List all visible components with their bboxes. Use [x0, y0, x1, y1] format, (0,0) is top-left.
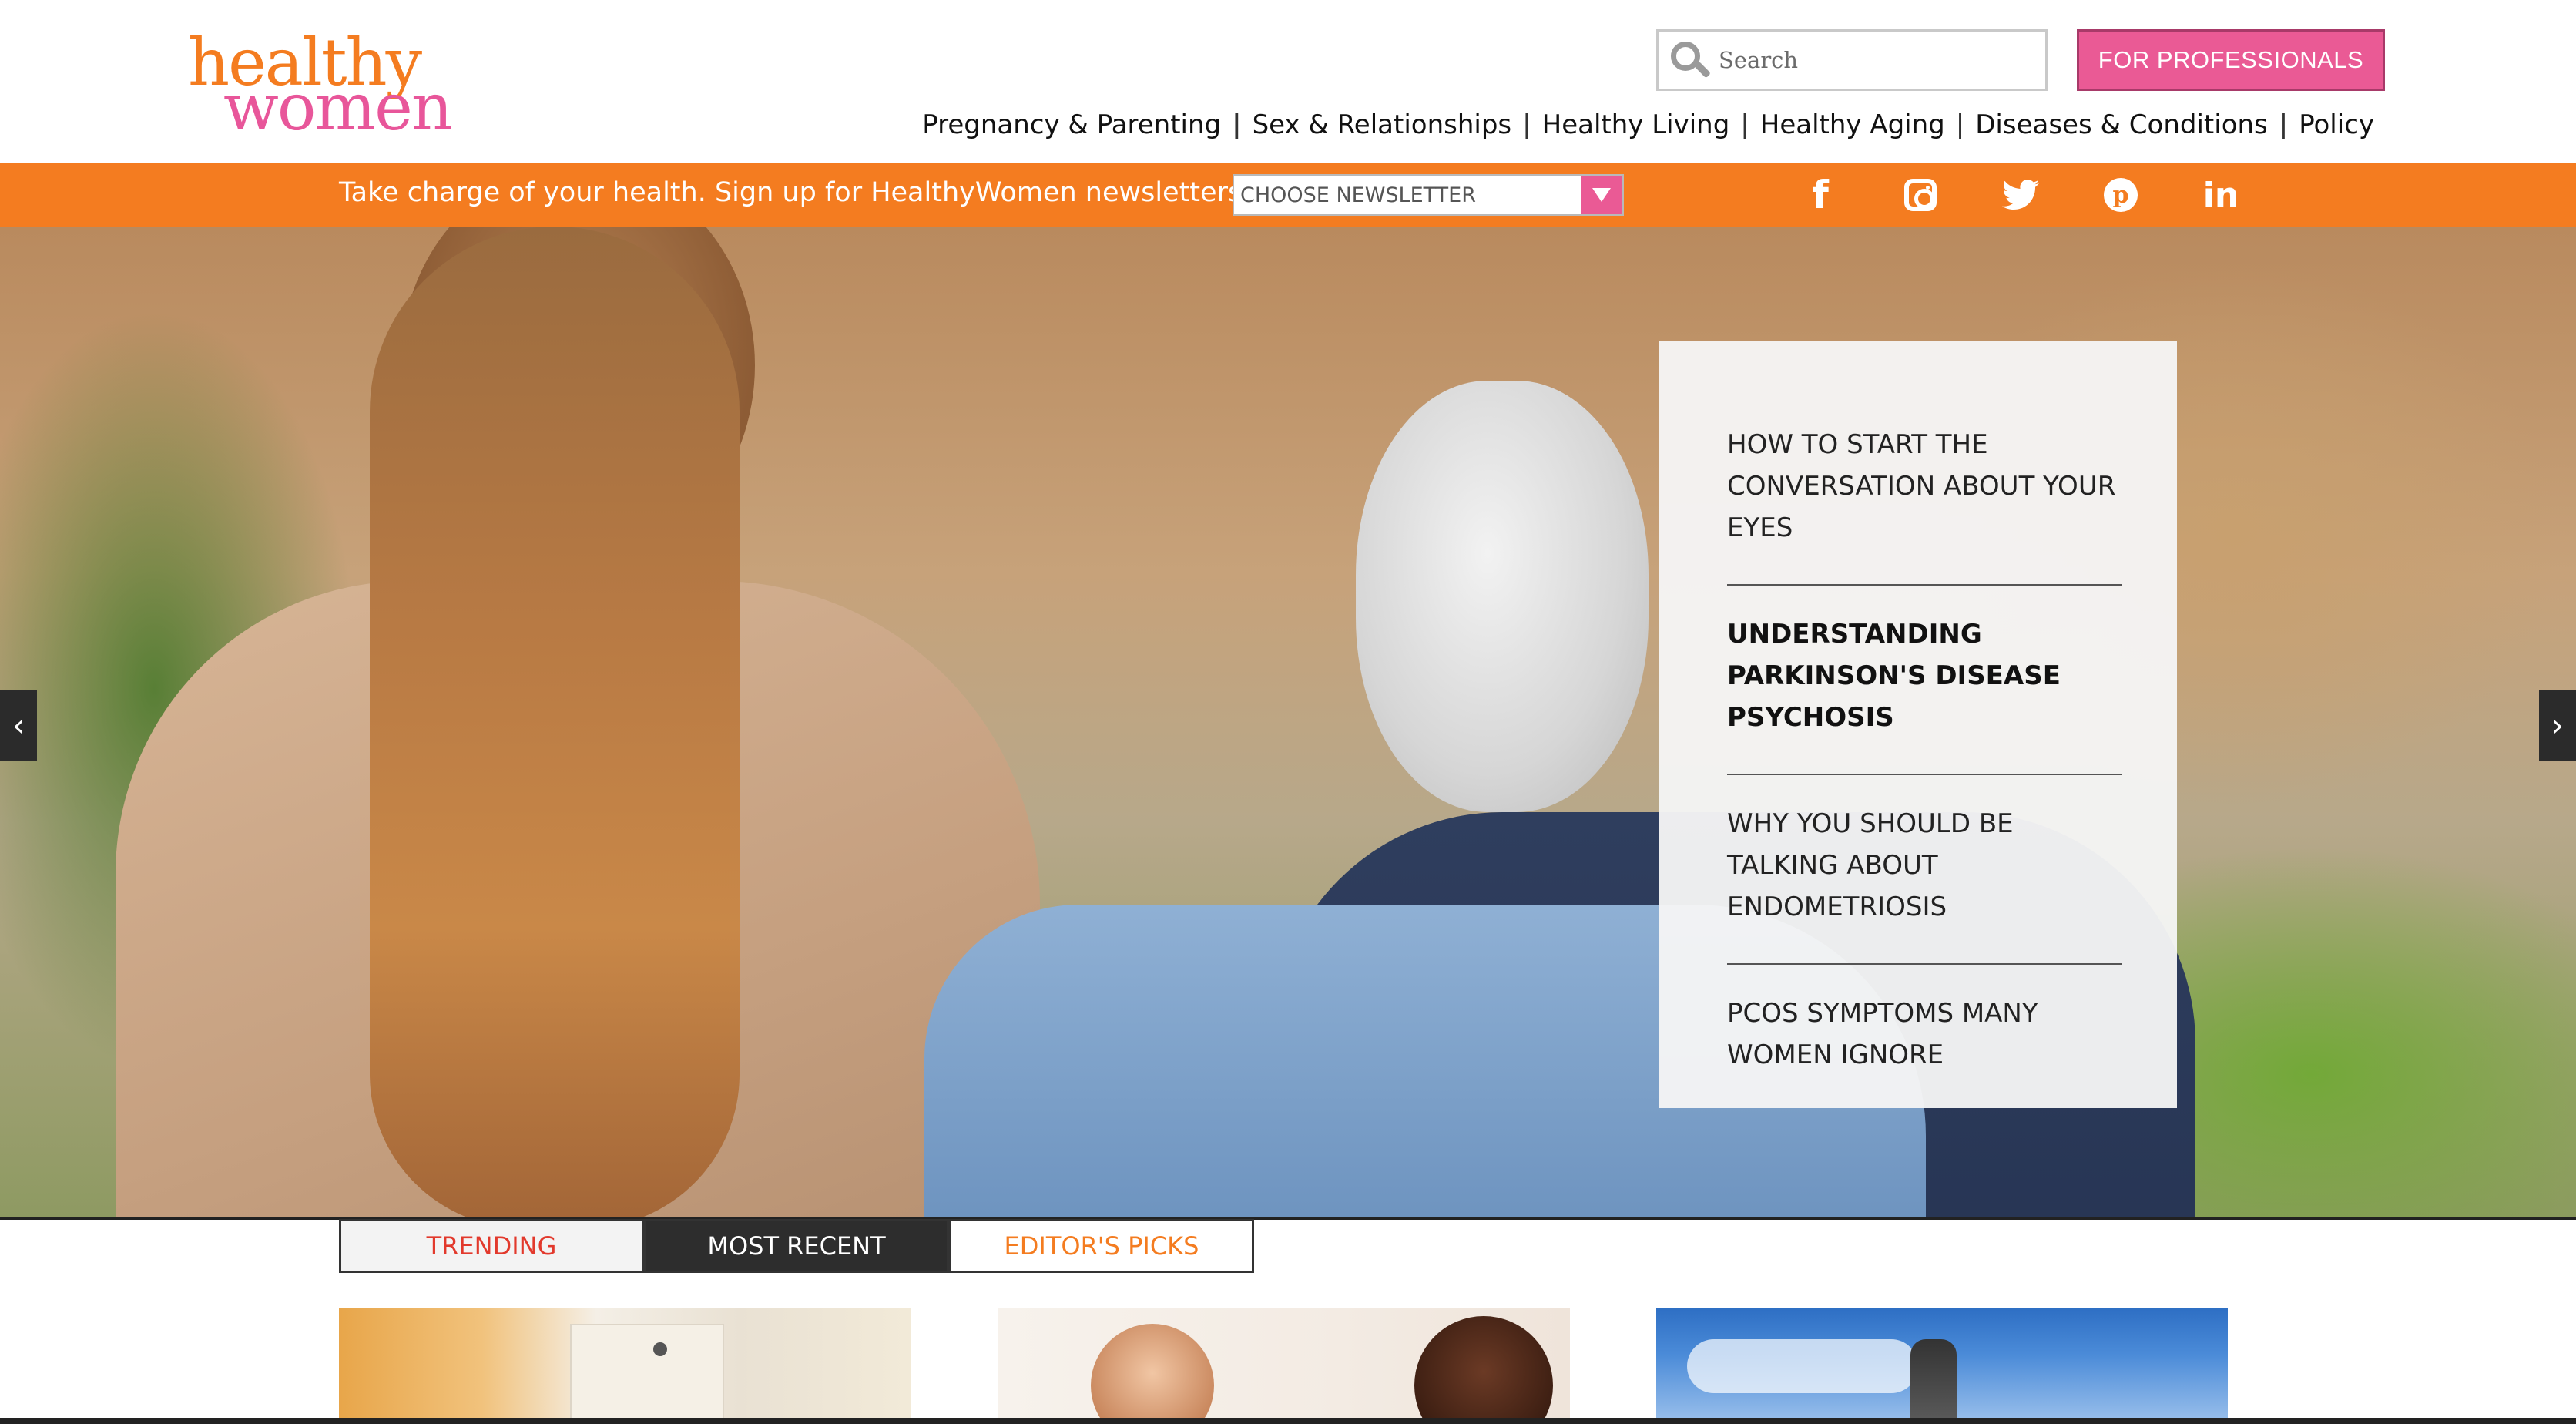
featured-stories-panel: HOW TO START THE CONVERSATION ABOUT YOUR… — [1659, 341, 2177, 1108]
thumbnail-detail — [1414, 1316, 1553, 1424]
thumbnail-detail — [1910, 1339, 1957, 1424]
featured-story[interactable]: PCOS SYMPTOMS MANY WOMEN IGNORE — [1727, 992, 2122, 1111]
search-box[interactable] — [1656, 29, 2048, 91]
facebook-icon[interactable]: f — [1770, 163, 1870, 227]
thumbnail-detail — [1091, 1324, 1214, 1424]
for-professionals-button[interactable]: FOR PROFESSIONALS — [2077, 29, 2385, 91]
healthywomen-logo[interactable]: healthy women — [188, 28, 453, 142]
hero-image-part — [1356, 381, 1649, 812]
nav-separator: | — [1955, 109, 1965, 140]
logo-text-women: women — [223, 69, 453, 145]
content-tabs: TRENDING MOST RECENT EDITOR'S PICKS — [339, 1219, 1254, 1273]
instagram-icon[interactable] — [1870, 163, 1971, 227]
newsletter-prompt: Take charge of your health. Sign up for … — [339, 177, 1251, 208]
nav-sex-relationships[interactable]: Sex & Relationships — [1253, 109, 1512, 140]
page-bottom-edge — [0, 1418, 2576, 1424]
carousel-next-button[interactable]: › — [2539, 690, 2576, 761]
nav-separator: | — [1232, 109, 1242, 140]
article-card-thumbnail[interactable] — [998, 1308, 1570, 1424]
thumbnail-detail — [570, 1324, 724, 1424]
twitter-icon[interactable] — [1971, 163, 2071, 227]
newsletter-bar: Take charge of your health. Sign up for … — [0, 163, 2576, 227]
nav-separator: | — [1740, 109, 1749, 140]
nav-policy[interactable]: Policy — [2299, 109, 2374, 140]
carousel-prev-button[interactable]: ‹ — [0, 690, 37, 761]
hero-carousel — [0, 227, 2576, 1219]
newsletter-select-value: CHOOSE NEWSLETTER — [1240, 183, 1476, 207]
thumbnail-detail — [653, 1342, 667, 1356]
tab-editors-picks[interactable]: EDITOR'S PICKS — [949, 1219, 1254, 1273]
featured-story[interactable]: HOW TO START THE CONVERSATION ABOUT YOUR… — [1727, 424, 2122, 586]
chevron-down-icon[interactable] — [1581, 176, 1622, 214]
search-input[interactable] — [1719, 47, 2027, 73]
nav-separator: | — [1522, 109, 1531, 140]
search-icon[interactable] — [1668, 39, 1711, 82]
hero-image-part — [370, 227, 740, 1219]
nav-healthy-aging[interactable]: Healthy Aging — [1760, 109, 1945, 140]
tab-most-recent[interactable]: MOST RECENT — [644, 1219, 949, 1273]
linkedin-icon[interactable]: in — [2171, 163, 2271, 227]
nav-diseases-conditions[interactable]: Diseases & Conditions — [1975, 109, 2268, 140]
thumbnail-detail — [1687, 1339, 1918, 1393]
article-card-thumbnail[interactable] — [1656, 1308, 2228, 1424]
tab-trending[interactable]: TRENDING — [339, 1219, 644, 1273]
nav-separator: | — [2278, 109, 2289, 140]
featured-story[interactable]: WHY YOU SHOULD BE TALKING ABOUT ENDOMETR… — [1727, 803, 2122, 965]
newsletter-select[interactable]: CHOOSE NEWSLETTER — [1233, 174, 1624, 216]
pinterest-icon[interactable]: p — [2071, 163, 2171, 227]
article-card-thumbnail[interactable] — [339, 1308, 911, 1424]
social-links: f p in — [1770, 163, 2271, 227]
nav-healthy-living[interactable]: Healthy Living — [1542, 109, 1730, 140]
featured-story-active[interactable]: UNDERSTANDING PARKINSON'S DISEASE PSYCHO… — [1727, 613, 2122, 775]
nav-pregnancy-parenting[interactable]: Pregnancy & Parenting — [922, 109, 1221, 140]
site-header: healthy women FOR PROFESSIONALS Pregnanc… — [0, 0, 2576, 163]
main-nav: Pregnancy & Parenting | Sex & Relationsh… — [922, 109, 2374, 140]
